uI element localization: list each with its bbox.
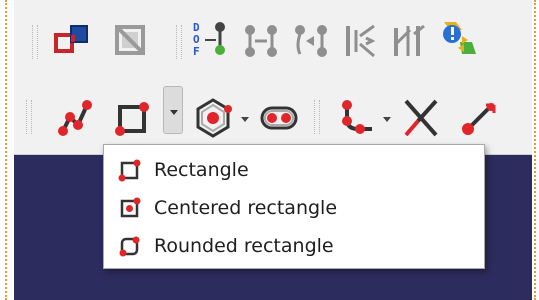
- polygon-icon[interactable]: [192, 96, 234, 138]
- app-window: D O F Rectangle Centered rectangle Round…: [0, 0, 539, 300]
- rectangle-icon: [118, 158, 142, 182]
- constrain-coincident-icon[interactable]: [240, 20, 282, 62]
- map-sketch-icon[interactable]: [52, 20, 94, 62]
- close-shape-disabled-icon[interactable]: [110, 20, 152, 62]
- extend-icon[interactable]: [458, 97, 500, 139]
- slot-icon[interactable]: [258, 97, 300, 139]
- toggle-driving-icon[interactable]: [438, 18, 480, 60]
- rounded-rectangle-icon: [118, 234, 142, 258]
- menu-item-label: Rectangle: [154, 159, 249, 181]
- constrain-horizontal-distance-icon[interactable]: [340, 20, 382, 62]
- rectangle-dropdown-arrow-icon[interactable]: [163, 86, 183, 134]
- constrain-point-onto-object-icon[interactable]: [290, 20, 332, 62]
- rectangle-dropdown-menu: Rectangle Centered rectangle Rounded rec…: [103, 144, 485, 269]
- fillet-icon[interactable]: [334, 97, 376, 139]
- constrain-vertical-distance-icon[interactable]: [388, 20, 430, 62]
- constrain-dof-icon[interactable]: D O F: [190, 18, 232, 60]
- trim-icon[interactable]: [400, 97, 442, 139]
- dof-letter-f: F: [193, 45, 200, 58]
- polygon-dropdown-arrow-icon[interactable]: [240, 114, 250, 124]
- dotted-border-left: [5, 0, 7, 300]
- fillet-dropdown-arrow-icon[interactable]: [382, 114, 392, 124]
- menu-item-label: Centered rectangle: [154, 197, 338, 219]
- menu-item-centered-rectangle[interactable]: Centered rectangle: [104, 189, 484, 227]
- centered-rectangle-icon: [118, 196, 142, 220]
- menu-item-rectangle[interactable]: Rectangle: [104, 151, 484, 189]
- toolbar-separator: [176, 25, 182, 59]
- dotted-border-right: [534, 0, 536, 300]
- toolbar-separator: [26, 100, 32, 134]
- menu-item-label: Rounded rectangle: [154, 235, 334, 257]
- menu-item-rounded-rectangle[interactable]: Rounded rectangle: [104, 227, 484, 265]
- toolbar-separator: [314, 100, 320, 134]
- rectangle-tool-icon[interactable]: [112, 97, 154, 139]
- toolbar-top: D O F: [14, 0, 532, 81]
- toolbar-separator: [32, 25, 38, 59]
- polyline-icon[interactable]: [54, 97, 96, 139]
